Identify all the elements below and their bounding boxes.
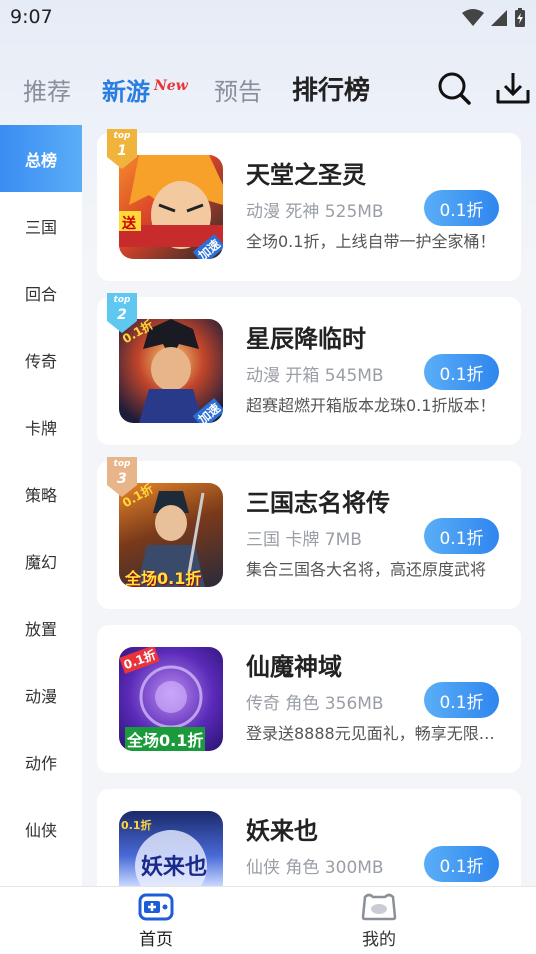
rank-top-label: top: [113, 295, 131, 305]
game-tags: 动漫 开箱 545MB: [246, 366, 384, 386]
sidebar-item-turn-based[interactable]: 回合: [0, 259, 82, 326]
signal-icon: [491, 10, 507, 26]
tab-ranking[interactable]: 排行榜: [292, 70, 370, 107]
sidebar-item-strategy[interactable]: 策略: [0, 460, 82, 527]
game-card[interactable]: 0.1折 全场0.1折 仙魔神域 传奇 角色 356MB 登录送8888元见面礼…: [97, 625, 521, 773]
game-tags: 动漫 死神 525MB: [246, 202, 384, 222]
rank-number: 3: [117, 471, 127, 487]
sidebar-item-three-kingdoms[interactable]: 三国: [0, 192, 82, 259]
rank-number: 1: [117, 143, 127, 159]
game-description: 登录送8888元见面礼，畅享无限福利: [246, 724, 501, 743]
sidebar-item-fantasy[interactable]: 魔幻: [0, 527, 82, 594]
nav-mine[interactable]: 我的: [339, 893, 419, 950]
game-icon: 0.1折 妖来也: [119, 811, 223, 886]
rank-top-label: top: [113, 459, 131, 469]
icon-title-text: 妖来也: [141, 855, 208, 880]
status-icons: [462, 8, 526, 28]
status-bar: 9:07: [0, 0, 536, 36]
discount-button[interactable]: 0.1折: [424, 354, 499, 390]
game-icon: 0.1折 加速: [119, 319, 223, 423]
gamepad-icon: [138, 893, 174, 921]
sidebar-item-legend[interactable]: 传奇: [0, 326, 82, 393]
new-badge: New: [154, 78, 188, 94]
discount-button[interactable]: 0.1折: [424, 846, 499, 882]
game-description: 超赛超燃开箱版本龙珠0.1折版本！: [246, 396, 496, 415]
game-description: 集合三国各大名将，高还原度武将: [246, 560, 487, 579]
nav-home[interactable]: 首页: [116, 893, 196, 950]
discount-button[interactable]: 0.1折: [424, 190, 499, 226]
game-card[interactable]: 0.1折 加速 top 2 星辰降临时 动漫 开箱 545MB 超赛超燃开箱版本…: [97, 293, 521, 445]
game-tags: 仙侠 角色 300MB: [246, 858, 384, 878]
discount-button[interactable]: 0.1折: [424, 518, 499, 554]
game-card[interactable]: 0.1折 妖来也 妖来也 仙侠 角色 300MB 0.1折: [97, 789, 521, 886]
game-description: 全场0.1折，上线自带一护全家桶！: [246, 232, 496, 251]
sidebar-item-anime[interactable]: 动漫: [0, 661, 82, 728]
sidebar-item-card[interactable]: 卡牌: [0, 393, 82, 460]
game-icon: 0.1折 全场0.1折: [119, 647, 223, 751]
profile-bear-icon: [361, 893, 397, 921]
rank-badge: top 3: [105, 457, 139, 497]
sidebar-item-idle[interactable]: 放置: [0, 594, 82, 661]
search-icon[interactable]: [436, 70, 472, 106]
icon-promo-text: 全场0.1折: [125, 569, 202, 587]
tab-recommend[interactable]: 推荐: [23, 72, 71, 107]
game-name: 三国志名将传: [246, 489, 390, 517]
game-icon: 送 加速: [119, 155, 223, 259]
tab-new-games[interactable]: 新游 New: [102, 72, 188, 107]
sidebar-item-xianxia[interactable]: 仙侠: [0, 795, 82, 862]
status-time: 9:07: [10, 6, 53, 28]
tab-new-games-label: 新游: [102, 78, 150, 106]
game-name: 天堂之圣灵: [246, 161, 366, 189]
nav-mine-label: 我的: [362, 930, 396, 950]
bottom-nav: 首页 我的: [0, 886, 536, 954]
rank-number: 2: [117, 307, 127, 323]
battery-icon: [515, 8, 525, 27]
rank-top-label: top: [113, 131, 131, 141]
icon-discount-badge: 0.1折: [121, 819, 152, 832]
rank-badge: top 2: [105, 293, 139, 333]
game-tags: 三国 卡牌 7MB: [246, 530, 362, 550]
game-card[interactable]: 送 加速 top 1 天堂之圣灵 动漫 死神 525MB 全场0.1折，上线自带…: [97, 129, 521, 281]
game-name: 仙魔神域: [246, 653, 342, 681]
icon-promo-text: 全场0.1折: [125, 727, 206, 751]
icon-gift-text: 送: [122, 216, 136, 232]
discount-button[interactable]: 0.1折: [424, 682, 499, 718]
nav-home-label: 首页: [139, 930, 173, 950]
game-tags: 传奇 角色 356MB: [246, 694, 384, 714]
game-icon: 0.1折 全场0.1折: [119, 483, 223, 587]
top-nav: 推荐 新游 New 预告 排行榜: [0, 64, 536, 114]
download-icon[interactable]: [495, 70, 531, 106]
game-name: 星辰降临时: [246, 325, 366, 353]
sidebar-item-action[interactable]: 动作: [0, 728, 82, 795]
wifi-icon: [462, 9, 484, 26]
rank-badge: top 1: [105, 129, 139, 169]
game-card[interactable]: 0.1折 全场0.1折 top 3 三国志名将传 三国 卡牌 7MB 集合三国各…: [97, 457, 521, 609]
sidebar-item-overall[interactable]: 总榜: [0, 125, 82, 192]
tab-preview[interactable]: 预告: [214, 72, 262, 107]
game-name: 妖来也: [246, 817, 318, 845]
category-sidebar: 总榜 三国 回合 传奇 卡牌 策略 魔幻 放置 动漫 动作 仙侠: [0, 125, 82, 886]
